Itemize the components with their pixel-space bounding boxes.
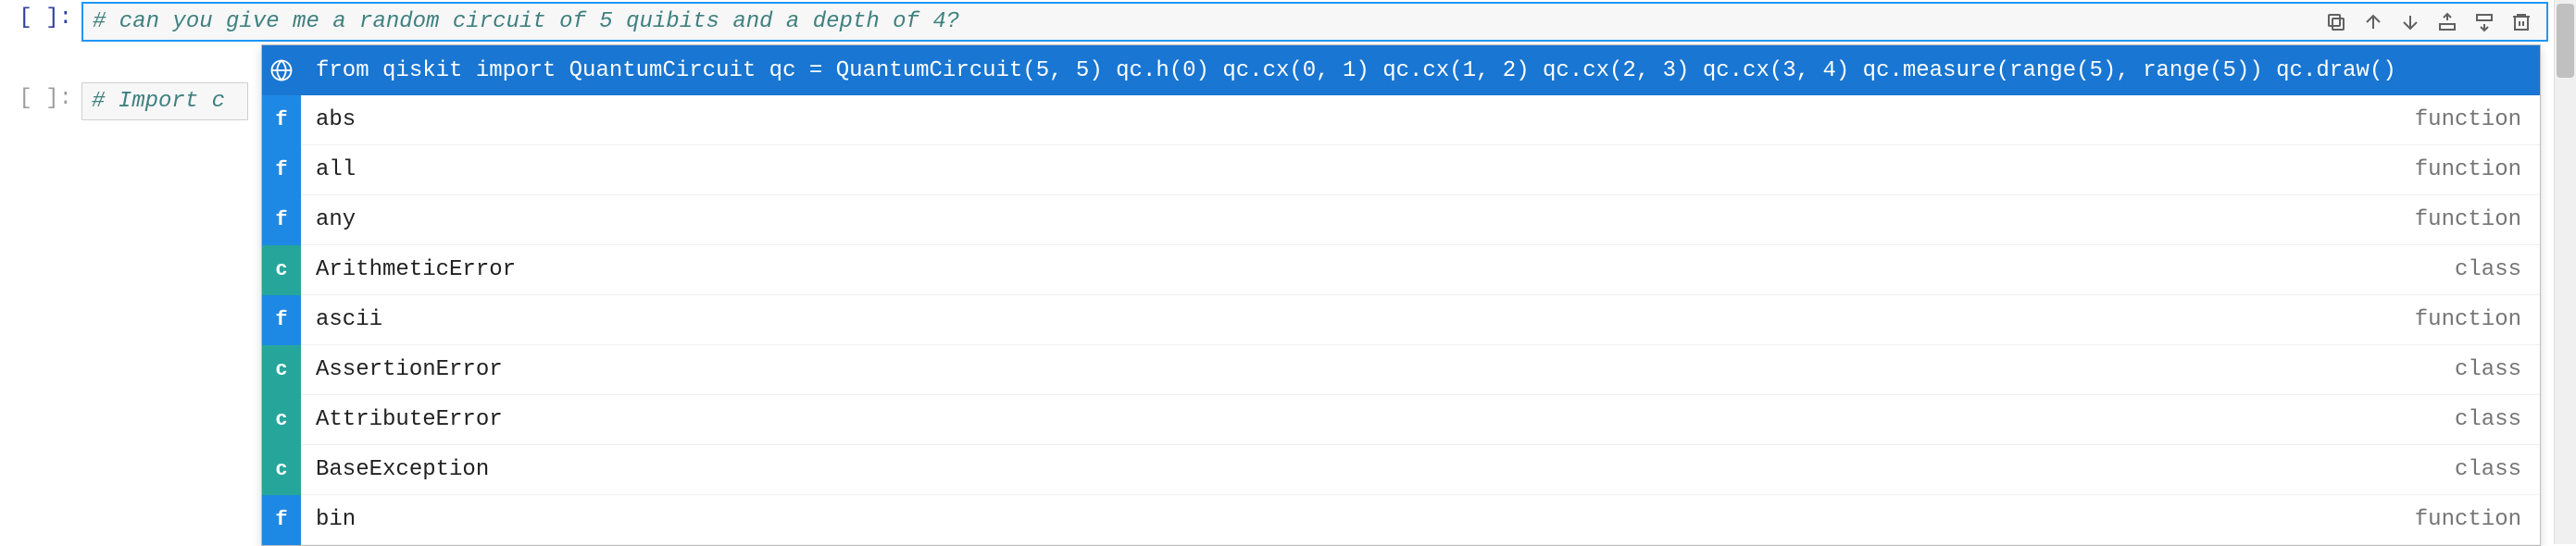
cell-toolbar bbox=[2324, 10, 2537, 34]
autocomplete-item[interactable]: c AttributeError class bbox=[262, 395, 2540, 445]
function-badge-icon: f bbox=[262, 195, 301, 245]
autocomplete-item[interactable]: f abs function bbox=[262, 95, 2540, 145]
cell-prompt: [ ]: bbox=[7, 82, 81, 111]
vertical-scrollbar[interactable] bbox=[2554, 0, 2576, 544]
autocomplete-popup: from qiskit import QuantumCircuit qc = Q… bbox=[261, 44, 2541, 546]
code-input-area[interactable]: # can you give me a random circuit of 5 … bbox=[81, 2, 2548, 42]
autocomplete-type: class bbox=[2455, 457, 2540, 482]
autocomplete-item[interactable]: c ArithmeticError class bbox=[262, 245, 2540, 295]
autocomplete-type: function bbox=[2415, 307, 2540, 332]
function-badge-icon: f bbox=[262, 295, 301, 345]
autocomplete-label: ascii bbox=[301, 307, 2415, 332]
autocomplete-item[interactable]: f ascii function bbox=[262, 295, 2540, 345]
insert-below-icon[interactable] bbox=[2472, 10, 2496, 34]
duplicate-icon[interactable] bbox=[2324, 10, 2348, 34]
insert-above-icon[interactable] bbox=[2435, 10, 2459, 34]
notebook-cell: [ ]: # can you give me a random circuit … bbox=[0, 0, 2576, 43]
autocomplete-item[interactable]: f all function bbox=[262, 145, 2540, 195]
autocomplete-type: function bbox=[2415, 157, 2540, 182]
autocomplete-label: any bbox=[301, 207, 2415, 232]
globe-icon bbox=[262, 45, 301, 95]
autocomplete-label: abs bbox=[301, 107, 2415, 132]
autocomplete-type: function bbox=[2415, 207, 2540, 232]
autocomplete-item[interactable]: f any function bbox=[262, 195, 2540, 245]
autocomplete-item[interactable]: f bin function bbox=[262, 495, 2540, 545]
autocomplete-item[interactable]: c AssertionError class bbox=[262, 345, 2540, 395]
autocomplete-label: all bbox=[301, 157, 2415, 182]
autocomplete-label: ArithmeticError bbox=[301, 257, 2455, 282]
autocomplete-type: function bbox=[2415, 107, 2540, 132]
autocomplete-label: AssertionError bbox=[301, 357, 2455, 382]
move-up-icon[interactable] bbox=[2361, 10, 2385, 34]
class-badge-icon: c bbox=[262, 345, 301, 395]
autocomplete-type: function bbox=[2415, 507, 2540, 532]
scrollbar-thumb[interactable] bbox=[2557, 4, 2574, 78]
function-badge-icon: f bbox=[262, 495, 301, 545]
autocomplete-type: class bbox=[2455, 257, 2540, 282]
code-text: # Import c bbox=[92, 89, 238, 114]
code-input-area[interactable]: # Import c bbox=[81, 82, 248, 120]
autocomplete-label: AttributeError bbox=[301, 407, 2455, 432]
autocomplete-item[interactable]: from qiskit import QuantumCircuit qc = Q… bbox=[262, 45, 2540, 95]
cell-prompt: [ ]: bbox=[7, 2, 81, 31]
class-badge-icon: c bbox=[262, 245, 301, 295]
function-badge-icon: f bbox=[262, 145, 301, 195]
function-badge-icon: f bbox=[262, 95, 301, 145]
autocomplete-type: class bbox=[2455, 407, 2540, 432]
autocomplete-type: class bbox=[2455, 357, 2540, 382]
class-badge-icon: c bbox=[262, 395, 301, 445]
move-down-icon[interactable] bbox=[2398, 10, 2422, 34]
autocomplete-item[interactable]: c BaseException class bbox=[262, 445, 2540, 495]
class-badge-icon: c bbox=[262, 445, 301, 495]
delete-icon[interactable] bbox=[2509, 10, 2533, 34]
autocomplete-label: bin bbox=[301, 507, 2415, 532]
autocomplete-label: from qiskit import QuantumCircuit qc = Q… bbox=[301, 58, 2521, 83]
autocomplete-label: BaseException bbox=[301, 457, 2455, 482]
code-text: # can you give me a random circuit of 5 … bbox=[93, 9, 2324, 34]
